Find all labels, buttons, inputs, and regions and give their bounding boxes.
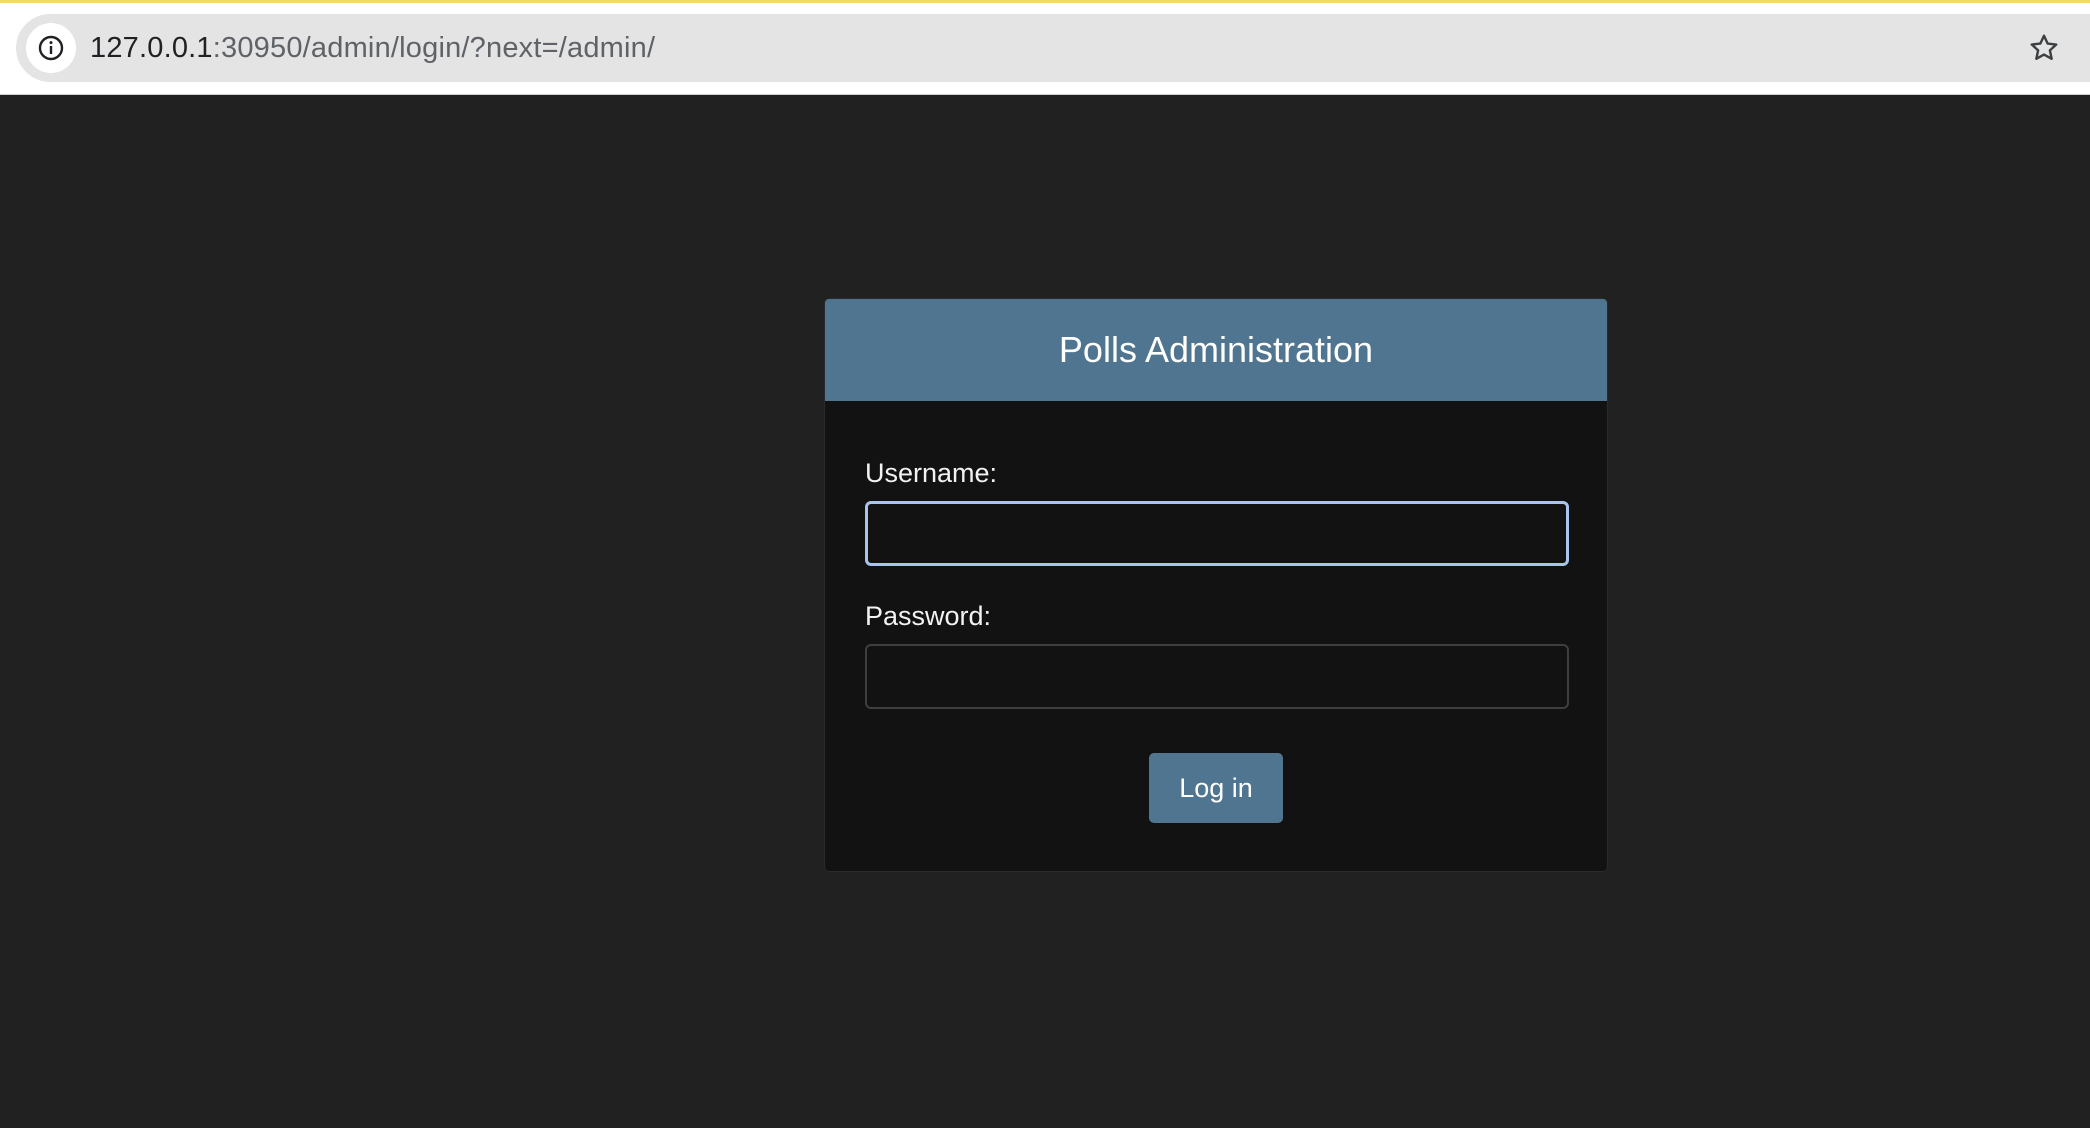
password-row: Password:: [865, 600, 1569, 709]
info-circle-icon[interactable]: [26, 23, 76, 73]
site-title: Polls Administration: [1058, 329, 1374, 370]
username-input[interactable]: [865, 501, 1569, 566]
password-input[interactable]: [865, 644, 1569, 709]
username-row: Username:: [865, 457, 1569, 566]
password-label: Password:: [865, 601, 992, 631]
browser-toolbar: 127.0.0.1:30950/admin/login/?next=/admin…: [0, 3, 2090, 95]
address-bar[interactable]: 127.0.0.1:30950/admin/login/?next=/admin…: [16, 14, 2090, 82]
url-text[interactable]: 127.0.0.1:30950/admin/login/?next=/admin…: [90, 14, 655, 82]
login-form: Username: Password: Log in: [825, 401, 1607, 823]
login-header: Polls Administration: [825, 299, 1607, 401]
login-button[interactable]: Log in: [1149, 753, 1283, 823]
submit-row: Log in: [865, 753, 1567, 823]
url-path: :30950/admin/login/?next=/admin/: [212, 32, 656, 64]
login-panel: Polls Administration Username: Password:…: [824, 298, 1608, 872]
url-host: 127.0.0.1: [90, 32, 213, 64]
username-label: Username:: [865, 458, 998, 488]
star-icon[interactable]: [2022, 26, 2066, 70]
